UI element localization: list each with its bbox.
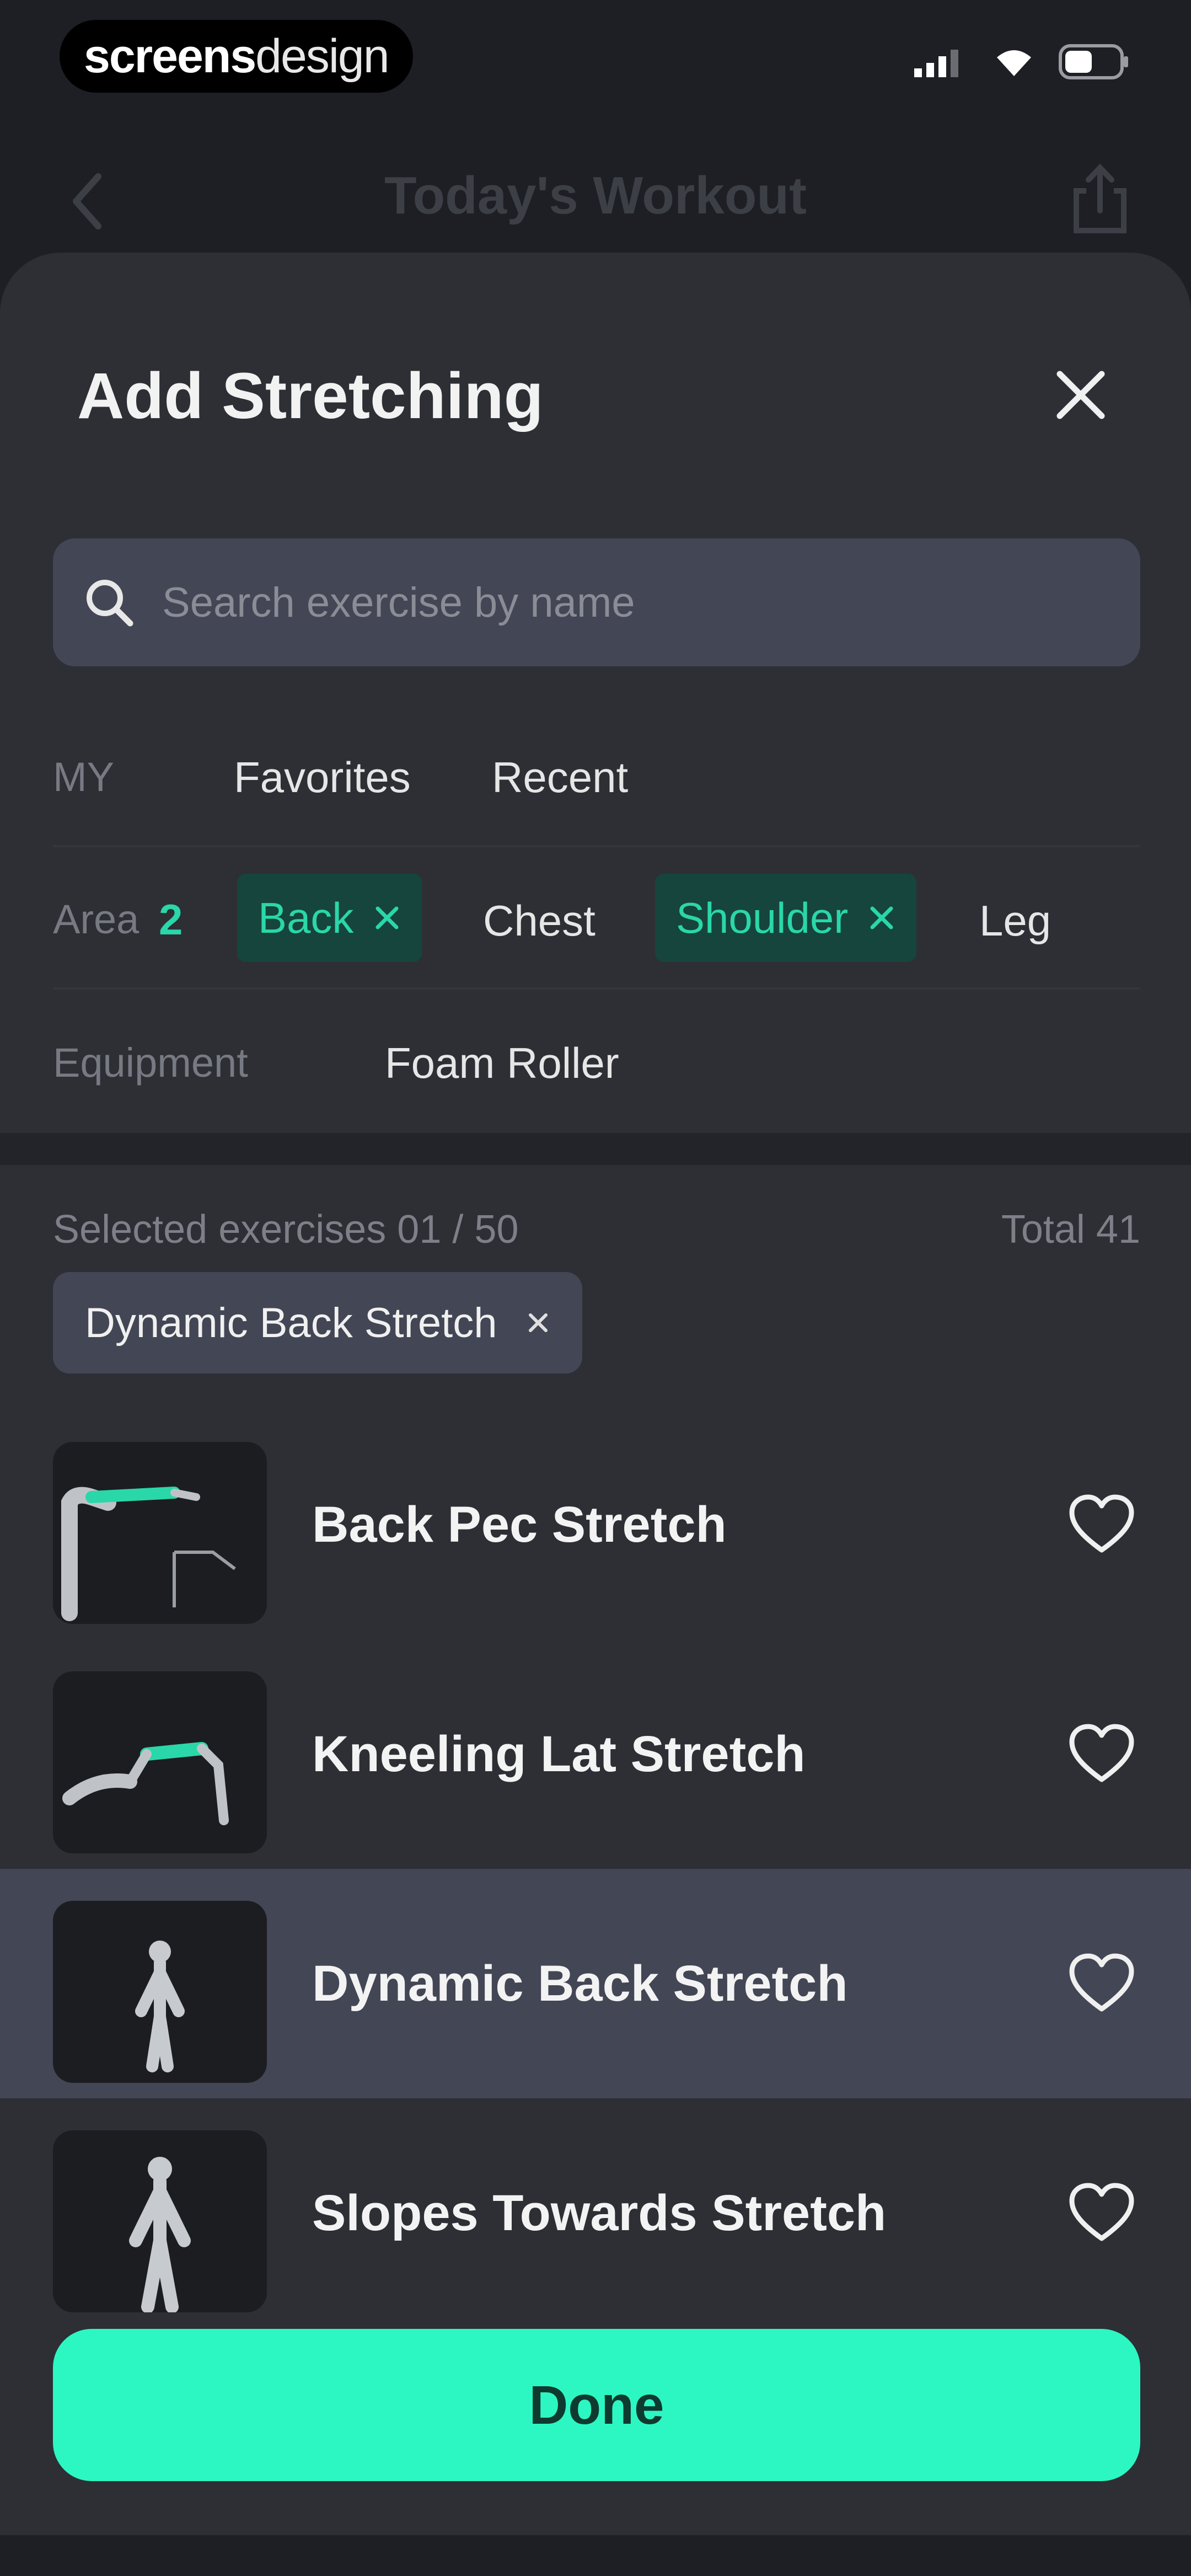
search-icon <box>84 577 135 628</box>
search-bar <box>53 538 1140 666</box>
exercise-name: Kneeling Lat Stretch <box>312 1725 806 1782</box>
filter-label-my: MY <box>53 754 114 800</box>
filter-option-recent[interactable]: Recent <box>492 752 628 803</box>
exercise-name: Slopes Towards Stretch <box>312 2184 887 2241</box>
filter-chip-shoulder[interactable]: Shoulder <box>655 874 917 962</box>
exercise-row[interactable]: Kneeling Lat Stretch <box>0 1639 1191 1869</box>
remove-selected-icon[interactable] <box>526 1311 550 1335</box>
filter-chip-back[interactable]: Back <box>237 874 422 962</box>
share-icon <box>1074 163 1126 233</box>
filter-label-area: Area <box>53 896 140 942</box>
signal-icon <box>914 50 958 77</box>
exercise-name: Back Pec Stretch <box>312 1496 727 1553</box>
close-button[interactable] <box>1048 362 1114 428</box>
brand-logo: screens design <box>60 20 413 93</box>
done-button[interactable]: Done <box>53 2329 1140 2481</box>
filter-option-favorites[interactable]: Favorites <box>234 752 411 803</box>
close-icon <box>1056 371 1105 419</box>
exercise-thumbnail <box>53 2130 267 2312</box>
status-icons <box>914 44 1130 79</box>
selected-exercise-label: Dynamic Back Stretch <box>85 1299 497 1346</box>
selected-count-text: Selected exercises 01 / 50 <box>53 1207 519 1252</box>
battery-icon <box>1059 44 1128 79</box>
favorite-heart-icon[interactable] <box>1067 1949 1136 2018</box>
home-indicator-area <box>0 2535 1191 2576</box>
filter-option-leg[interactable]: Leg <box>979 896 1051 946</box>
selected-exercise-chip[interactable]: Dynamic Back Stretch <box>53 1272 582 1373</box>
exercise-name: Dynamic Back Stretch <box>312 1955 848 2012</box>
filter-chip-label: Shoulder <box>676 893 849 942</box>
filter-chip-label: Back <box>258 893 354 942</box>
brand-logo-bold: screens <box>84 29 256 83</box>
exercise-thumbnail <box>53 1442 267 1624</box>
exercise-row[interactable]: Slopes Towards Stretch <box>0 2098 1191 2328</box>
remove-chip-icon[interactable] <box>868 904 895 932</box>
exercise-thumbnail <box>53 1901 267 2083</box>
remove-chip-icon[interactable] <box>373 904 401 932</box>
share-button[interactable] <box>1070 163 1130 238</box>
filter-option-foam-roller[interactable]: Foam Roller <box>385 1038 619 1088</box>
filter-label-equipment: Equipment <box>53 1040 248 1086</box>
exercise-row[interactable]: Back Pec Stretch <box>0 1410 1191 1639</box>
divider <box>53 845 1140 847</box>
favorite-heart-icon[interactable] <box>1067 1720 1136 1788</box>
exercise-thumbnail <box>53 1671 267 1853</box>
exercise-row-selected[interactable]: Dynamic Back Stretch <box>0 1869 1191 2098</box>
brand-logo-light: design <box>255 29 389 83</box>
divider <box>53 987 1140 990</box>
filter-option-chest[interactable]: Chest <box>483 896 596 946</box>
favorite-heart-icon[interactable] <box>1067 1490 1136 1559</box>
wifi-icon <box>997 50 1031 76</box>
search-input[interactable] <box>161 578 1045 627</box>
area-selected-count: 2 <box>159 895 183 944</box>
sheet-title: Add Stretching <box>77 360 544 432</box>
total-count-text: Total 41 <box>1001 1207 1140 1252</box>
screen-title: Today's Workout <box>384 166 807 225</box>
section-separator <box>0 1133 1191 1165</box>
favorite-heart-icon[interactable] <box>1067 2179 1136 2247</box>
